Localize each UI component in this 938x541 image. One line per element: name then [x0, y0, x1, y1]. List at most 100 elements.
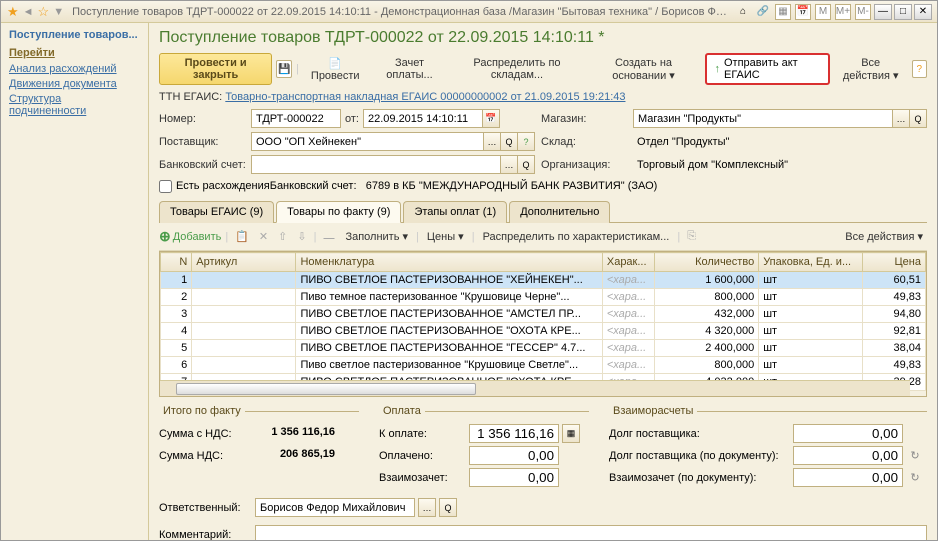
to-pay-input[interactable] — [469, 424, 559, 443]
bank-open-icon[interactable]: Q — [517, 155, 535, 174]
plus-icon: ⊕ — [159, 228, 171, 245]
sidebar-link-structure[interactable]: Структура подчиненности — [9, 93, 140, 117]
store-select-icon[interactable]: … — [892, 109, 910, 128]
all-actions-button[interactable]: Все действия ▾ — [834, 54, 908, 85]
grid-header[interactable]: Количество — [654, 253, 758, 272]
nav-back-icon[interactable]: ◄ — [23, 6, 34, 18]
offset-input[interactable] — [469, 468, 559, 487]
tab-fact-goods[interactable]: Товары по факту (9) — [276, 201, 401, 223]
post-and-close-button[interactable]: Провести и закрыть — [159, 53, 272, 85]
discrepancy-input[interactable] — [159, 180, 172, 193]
sum-nds-value: 1 356 116,16 — [249, 424, 339, 443]
date-picker-icon[interactable]: 📅 — [482, 109, 500, 128]
table-toolbar: ⊕Добавить | 📋 ✕ ⇧ ⇩ | ⎼ Заполнить ▾ | Це… — [159, 223, 927, 251]
grid-header[interactable]: Номенклатура — [296, 253, 602, 272]
table-all-actions-button[interactable]: Все действия ▾ — [841, 227, 927, 246]
grid-header[interactable]: Упаковка, Ед. и... — [759, 253, 863, 272]
sum-nds-label: Сумма с НДС: — [159, 428, 245, 440]
offset-doc-input[interactable] — [793, 468, 903, 487]
sidebar-link-movements[interactable]: Движения документа — [9, 78, 140, 90]
distribute-char-button[interactable]: Распределить по характеристикам... — [479, 228, 674, 246]
grid-header[interactable]: Цена — [863, 253, 926, 272]
warehouse-label: Склад: — [541, 136, 633, 148]
comment-input[interactable] — [255, 525, 927, 540]
table-row[interactable]: 3ПИВО СВЕТЛОЕ ПАСТЕРИЗОВАННОЕ "АМСТЕЛ ПР… — [161, 306, 926, 323]
offset-payment-button[interactable]: Зачет оплаты... — [372, 54, 448, 84]
supplier-select-icon[interactable]: … — [483, 132, 501, 151]
grid-header[interactable]: Артикул — [192, 253, 296, 272]
table-row[interactable]: 6Пиво светлое пастеризованное "Крушовице… — [161, 357, 926, 374]
bank2-label: Банковский счет: — [270, 180, 362, 192]
store-open-icon[interactable]: Q — [909, 109, 927, 128]
m-minus-button[interactable]: M- — [855, 4, 871, 20]
supplier-open-icon[interactable]: Q — [500, 132, 518, 151]
table-row[interactable]: 4ПИВО СВЕТЛОЕ ПАСТЕРИЗОВАННОЕ "ОХОТА КРЕ… — [161, 323, 926, 340]
responsible-select-icon[interactable]: … — [418, 498, 436, 517]
date-label: от: — [341, 113, 363, 125]
bank-input[interactable] — [251, 155, 501, 174]
fill-button[interactable]: Заполнить ▾ — [341, 227, 412, 246]
upload-arrow-icon: ↑ — [715, 63, 721, 75]
create-based-on-button[interactable]: Создать на основании ▾ — [587, 54, 701, 85]
titlebar: ★ ◄ ☆ ▼ Поступление товаров ТДРТ-000022 … — [1, 1, 937, 23]
number-input[interactable] — [251, 109, 341, 128]
tab-additional[interactable]: Дополнительно — [509, 201, 610, 223]
link-icon[interactable]: 🔗 — [755, 4, 771, 20]
calc-icon[interactable]: ▦ — [775, 4, 791, 20]
move-up-icon[interactable]: ⇧ — [275, 230, 290, 243]
sidebar-link-analysis[interactable]: Анализ расхождений — [9, 63, 140, 75]
store-input[interactable] — [633, 109, 893, 128]
tab-egais-goods[interactable]: Товары ЕГАИС (9) — [159, 201, 274, 223]
fact-totals-legend: Итого по факту — [159, 405, 245, 417]
bank2-value: 6789 в КБ "МЕЖДУНАРОДНЫЙ БАНК РАЗВИТИЯ" … — [362, 178, 927, 194]
favorite-icon[interactable]: ★ — [7, 4, 19, 20]
responsible-open-icon[interactable]: Q — [439, 498, 457, 517]
discrepancy-label: Есть расхождения — [176, 180, 270, 192]
minimize-button[interactable]: — — [874, 4, 892, 20]
supplier-input[interactable] — [251, 132, 484, 151]
responsible-input[interactable] — [255, 498, 415, 517]
to-pay-calc-icon[interactable]: ▦ — [562, 424, 580, 443]
bank-select-icon[interactable]: … — [500, 155, 518, 174]
table-row[interactable]: 1ПИВО СВЕТЛОЕ ПАСТЕРИЗОВАННОЕ "ХЕЙНЕКЕН"… — [161, 272, 926, 289]
paid-input[interactable] — [469, 446, 559, 465]
sidebar-head[interactable]: Поступление товаров... — [9, 29, 140, 41]
window-title: Поступление товаров ТДРТ-000022 от 22.09… — [66, 6, 733, 18]
date-input[interactable] — [363, 109, 483, 128]
grid-header[interactable]: Харак... — [602, 253, 654, 272]
ttn-link[interactable]: Товарно-транспортная накладная ЕГАИС 000… — [225, 91, 625, 103]
prices-button[interactable]: Цены ▾ — [423, 227, 468, 246]
help-icon[interactable]: ? — [912, 60, 928, 78]
table-row[interactable]: 2Пиво темное пастеризованное "Крушовице … — [161, 289, 926, 306]
m-button[interactable]: M — [815, 4, 831, 20]
offset-doc-label: Взаимозачет (по документу): — [609, 472, 789, 484]
copy-icon[interactable]: 📋 — [232, 230, 252, 243]
supplier-help-icon[interactable]: ? — [517, 132, 535, 151]
discrepancy-checkbox[interactable]: Есть расхождения — [159, 180, 270, 193]
calendar-icon[interactable]: 📅 — [795, 4, 811, 20]
maximize-button[interactable]: □ — [894, 4, 912, 20]
refresh2-icon[interactable]: ↻ — [907, 470, 923, 486]
export-icon[interactable]: ⎘ — [684, 230, 699, 243]
debt-input[interactable] — [793, 424, 903, 443]
add-row-button[interactable]: ⊕Добавить — [159, 228, 221, 245]
tab-payment-stages[interactable]: Этапы оплат (1) — [403, 201, 507, 223]
post-button[interactable]: 📄 Провести — [303, 54, 368, 85]
move-down-icon[interactable]: ⇩ — [294, 230, 309, 243]
save-icon[interactable]: 💾 — [276, 60, 292, 78]
home-icon[interactable]: ⌂ — [735, 4, 751, 20]
m-plus-button[interactable]: M+ — [835, 4, 851, 20]
grid-header[interactable]: N — [161, 253, 192, 272]
nav-fwd-icon[interactable]: ▼ — [53, 6, 64, 18]
close-button[interactable]: ✕ — [914, 4, 932, 20]
horizontal-scrollbar[interactable] — [160, 380, 910, 396]
delete-icon[interactable]: ✕ — [256, 230, 271, 243]
refresh-icon[interactable]: ↻ — [907, 448, 923, 464]
table-row[interactable]: 5ПИВО СВЕТЛОЕ ПАСТЕРИЗОВАННОЕ "ГЕССЕР" 4… — [161, 340, 926, 357]
send-egais-act-button[interactable]: ↑ Отправить акт ЕГАИС — [705, 53, 830, 85]
barcode-icon[interactable]: ⎼ — [320, 230, 337, 243]
distribute-warehouses-button[interactable]: Распределить по складам... — [451, 54, 582, 84]
tabs: Товары ЕГАИС (9) Товары по факту (9) Эта… — [159, 200, 927, 223]
offset-label: Взаимозачет: — [379, 472, 465, 484]
debt-doc-input[interactable] — [793, 446, 903, 465]
